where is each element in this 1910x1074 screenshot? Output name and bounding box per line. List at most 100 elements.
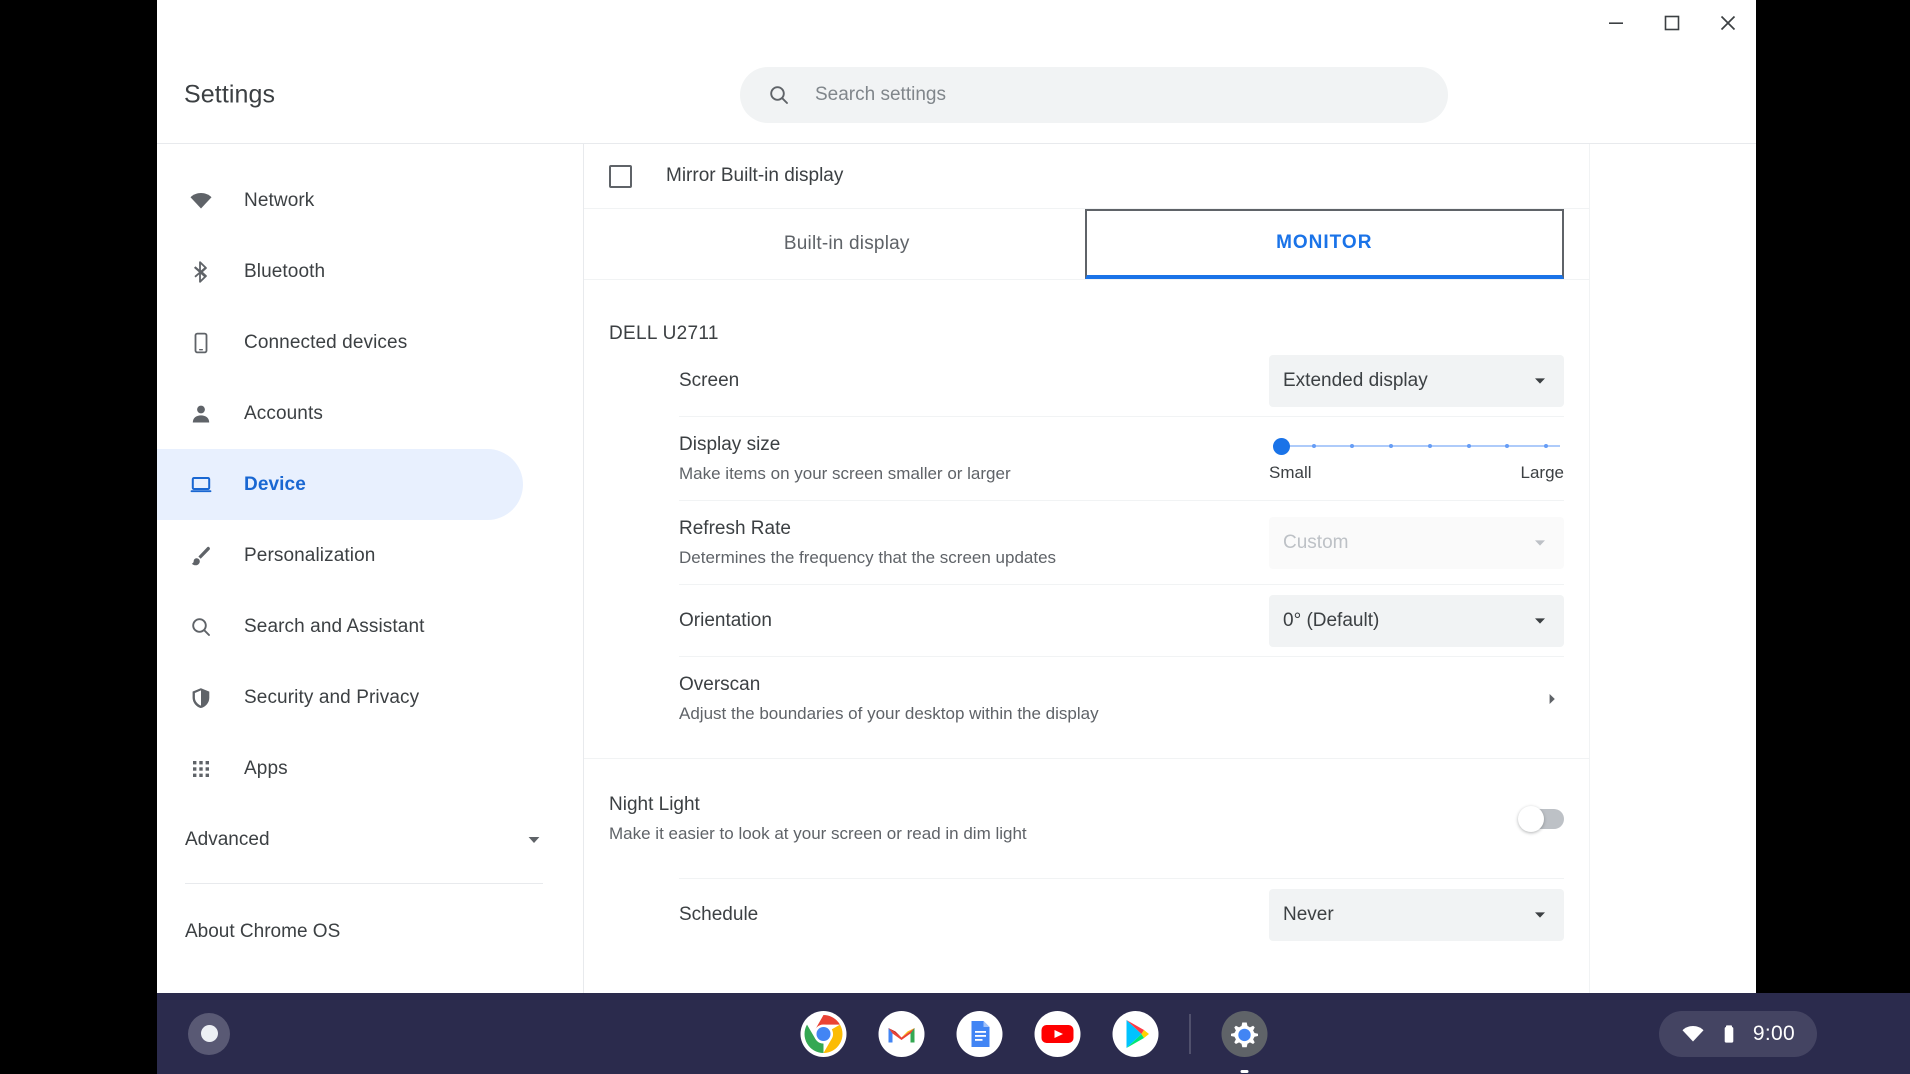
setting-title: Display size (679, 431, 1011, 459)
launcher-icon (201, 1025, 218, 1042)
slider-thumb[interactable] (1273, 438, 1290, 455)
search-box[interactable] (740, 67, 1448, 123)
slider-tick (1544, 444, 1548, 448)
night-light-row: Night Light Make it easier to look at yo… (584, 759, 1589, 878)
sidebar-item-label: Device (244, 474, 306, 496)
play-store-app-icon[interactable] (1111, 1010, 1159, 1058)
settings-window: Settings Network (157, 0, 1756, 993)
setting-title: Overscan (679, 671, 1099, 699)
sidebar-item-apps[interactable]: Apps (157, 733, 523, 804)
displays-settings-content: Mirror Built-in display Built-in display… (584, 144, 1589, 993)
sidebar-item-personalization[interactable]: Personalization (157, 520, 523, 591)
sidebar-item-bluetooth[interactable]: Bluetooth (157, 236, 523, 307)
search-icon (767, 83, 791, 107)
mirror-display-row[interactable]: Mirror Built-in display (584, 144, 1589, 208)
bluetooth-icon (185, 260, 217, 284)
setting-title: Schedule (679, 901, 758, 929)
sidebar-item-security-and-privacy[interactable]: Security and Privacy (157, 662, 523, 733)
maximize-button[interactable] (1644, 0, 1700, 46)
sidebar-divider (185, 883, 543, 884)
content-right-gutter (1589, 144, 1756, 993)
docs-app-icon[interactable] (955, 1010, 1003, 1058)
chevron-down-icon (1532, 373, 1548, 389)
page-title: Settings (184, 80, 275, 109)
person-icon (185, 402, 217, 426)
setting-subtitle: Adjust the boundaries of your desktop wi… (679, 701, 1099, 727)
chrome-app-icon[interactable] (799, 1010, 847, 1058)
sidebar-about-label: About Chrome OS (185, 921, 340, 943)
close-button[interactable] (1700, 0, 1756, 46)
mirror-display-checkbox[interactable] (609, 165, 632, 188)
tab-label: MONITOR (1276, 232, 1372, 254)
settings-body: Network Bluetooth Connected devices (157, 143, 1756, 993)
setting-row-overscan[interactable]: Overscan Adjust the boundaries of your d… (679, 657, 1564, 740)
youtube-app-icon[interactable] (1033, 1010, 1081, 1058)
laptop-icon (185, 473, 217, 497)
setting-title: Screen (679, 367, 739, 395)
sidebar-item-search-and-assistant[interactable]: Search and Assistant (157, 591, 523, 662)
sidebar-item-accounts[interactable]: Accounts (157, 378, 523, 449)
clock: 9:00 (1753, 1022, 1795, 1046)
slider-tick (1312, 444, 1316, 448)
shield-icon (185, 686, 217, 710)
dropdown-value: Never (1283, 904, 1334, 926)
sidebar-item-label: Personalization (244, 545, 375, 567)
chevron-down-icon (1532, 613, 1548, 629)
display-size-slider[interactable]: Small Large (1269, 425, 1564, 493)
monitor-name: DELL U2711 (584, 280, 1589, 345)
system-tray[interactable]: 9:00 (1659, 1011, 1817, 1057)
minimize-button[interactable] (1588, 0, 1644, 46)
setting-title: Refresh Rate (679, 515, 1056, 543)
setting-row-refresh-rate: Refresh Rate Determines the frequency th… (679, 501, 1564, 585)
sidebar-item-label: Network (244, 190, 314, 212)
night-light-toggle[interactable] (1520, 809, 1564, 829)
schedule-dropdown[interactable]: Never (1269, 889, 1564, 941)
phone-icon (185, 331, 217, 355)
shelf: 9:00 (157, 993, 1910, 1074)
display-tabs: Built-in display MONITOR (584, 208, 1589, 280)
wifi-icon (185, 189, 217, 213)
search-icon (185, 615, 217, 639)
launcher-button[interactable] (188, 1013, 230, 1055)
screen-mode-dropdown[interactable]: Extended display (1269, 355, 1564, 407)
settings-header: Settings (157, 46, 1756, 143)
sidebar-advanced-toggle[interactable]: Advanced (157, 804, 583, 875)
apps-grid-icon (185, 757, 217, 781)
dropdown-value: Extended display (1283, 370, 1428, 392)
main-panel: Mirror Built-in display Built-in display… (584, 144, 1756, 993)
tab-built-in-display[interactable]: Built-in display (609, 209, 1085, 279)
battery-icon (1718, 1023, 1740, 1045)
chevron-down-icon (1532, 907, 1548, 923)
shelf-divider (1189, 1014, 1190, 1054)
app-active-indicator (1240, 1070, 1248, 1073)
search-input[interactable] (815, 84, 1428, 106)
sidebar-item-label: Bluetooth (244, 261, 325, 283)
gmail-app-icon[interactable] (877, 1010, 925, 1058)
chevron-down-icon (1532, 535, 1548, 551)
sidebar-item-label: Search and Assistant (244, 616, 425, 638)
sidebar-item-device[interactable]: Device (157, 449, 523, 520)
setting-row-schedule: Schedule Never (679, 878, 1564, 950)
dropdown-value: Custom (1283, 532, 1348, 554)
orientation-dropdown[interactable]: 0° (Default) (1269, 595, 1564, 647)
sidebar-item-label: Apps (244, 758, 288, 780)
sidebar: Network Bluetooth Connected devices (157, 144, 584, 993)
sidebar-item-label: Accounts (244, 403, 323, 425)
settings-app-icon[interactable] (1220, 1010, 1268, 1058)
window-titlebar (157, 0, 1756, 46)
sidebar-item-about-chrome-os[interactable]: About Chrome OS (157, 896, 583, 967)
slider-line (1273, 445, 1560, 447)
setting-subtitle: Make items on your screen smaller or lar… (679, 461, 1011, 487)
slider-track[interactable] (1273, 435, 1560, 457)
sidebar-item-connected-devices[interactable]: Connected devices (157, 307, 523, 378)
tab-monitor[interactable]: MONITOR (1085, 209, 1565, 279)
sidebar-item-label: Connected devices (244, 332, 407, 354)
slider-tick (1467, 444, 1471, 448)
sidebar-item-network[interactable]: Network (157, 165, 523, 236)
shelf-app-list (799, 1010, 1268, 1058)
setting-subtitle: Determines the frequency that the screen… (679, 545, 1056, 571)
slider-max-label: Large (1521, 463, 1564, 483)
tab-label: Built-in display (784, 233, 910, 255)
setting-row-screen: Screen Extended display (679, 345, 1564, 417)
slider-labels: Small Large (1269, 463, 1564, 483)
